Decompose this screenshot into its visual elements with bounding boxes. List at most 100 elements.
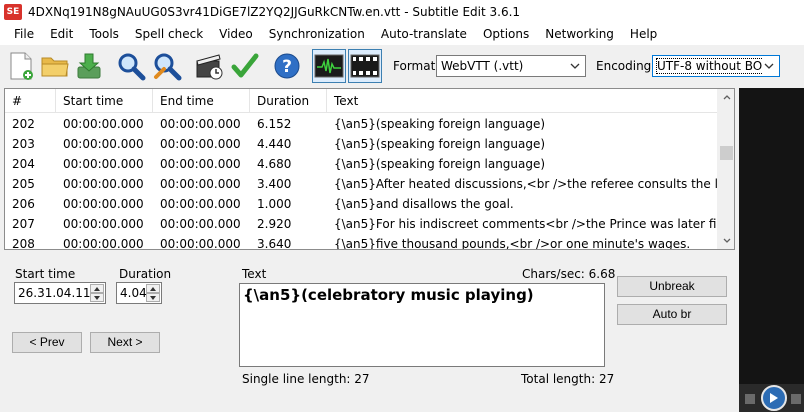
table-row[interactable]: 208 00:00:00.000 00:00:00.000 3.640 {\an5}fi… (5, 234, 717, 250)
duration-spinner[interactable] (146, 284, 160, 302)
column-end-time[interactable]: End time (153, 89, 250, 113)
table-row[interactable]: 203 00:00:00.000 00:00:00.000 4.440 {\an5}(s… (5, 134, 717, 154)
window-title: 4DXNq191N8gNAuUG0S3vr41DiGE7lZ2YQ2JJGuRk… (28, 5, 521, 19)
chars-per-sec: Chars/sec: 6.68 (522, 267, 616, 281)
help-icon: ? (274, 53, 300, 79)
text-label: Text (242, 267, 267, 281)
row-text: {\an5}(speaking foreign language) (334, 137, 546, 151)
row-number: 202 (12, 117, 35, 131)
auto-br-button[interactable]: Auto br (617, 304, 727, 325)
toolbar: ? Format WebVTT (.vtt) Encoding UTF-8 wi… (0, 45, 804, 87)
row-number: 206 (12, 197, 35, 211)
row-end-time: 00:00:00.000 (160, 237, 241, 250)
spell-check-icon (231, 53, 259, 78)
row-duration: 3.640 (257, 237, 292, 250)
duration-input[interactable]: 4.040 (116, 282, 162, 304)
menu-file[interactable]: File (6, 24, 42, 45)
menu-networking[interactable]: Networking (537, 24, 622, 45)
menu-options[interactable]: Options (475, 24, 537, 45)
table-row[interactable]: 204 00:00:00.000 00:00:00.000 4.680 {\an5}(s… (5, 154, 717, 174)
start-time-value: 26.31.04.118 (18, 286, 99, 300)
row-start-time: 00:00:00.000 (63, 237, 144, 250)
toggle-waveform-button[interactable] (312, 49, 346, 83)
table-row[interactable]: 207 00:00:00.000 00:00:00.000 2.920 {\an5}Fo… (5, 214, 717, 234)
menu-spell-check[interactable]: Spell check (127, 24, 211, 45)
toggle-video-button[interactable] (348, 49, 382, 83)
encoding-select[interactable]: UTF-8 without BOM (652, 55, 780, 77)
spell-check-button[interactable] (228, 49, 262, 83)
prev-button[interactable]: < Prev (12, 332, 82, 353)
subtitle-grid[interactable]: # Start time End time Duration Text 202 0… (4, 88, 735, 250)
next-button[interactable]: Next > (90, 332, 160, 353)
row-end-time: 00:00:00.000 (160, 137, 241, 151)
scroll-up-icon[interactable] (718, 89, 734, 106)
edit-panel: Start time 26.31.04.118 Duration 4.040 <… (4, 258, 735, 412)
app-logo: SE (4, 4, 22, 20)
new-file-button[interactable] (4, 49, 38, 83)
scroll-thumb[interactable] (720, 146, 733, 160)
spin-down-icon[interactable] (90, 293, 104, 302)
column-number[interactable]: # (5, 89, 56, 113)
format-label: Format (393, 59, 436, 73)
menu-video[interactable]: Video (211, 24, 261, 45)
row-number: 207 (12, 217, 35, 231)
video-icon (350, 54, 380, 78)
visual-sync-icon (196, 54, 223, 80)
row-number: 203 (12, 137, 35, 151)
spin-up-icon[interactable] (90, 284, 104, 293)
replace-button[interactable] (150, 49, 184, 83)
menu-bar: File Edit Tools Spell check Video Synchr… (0, 24, 804, 45)
column-duration[interactable]: Duration (250, 89, 327, 113)
table-row[interactable]: 205 00:00:00.000 00:00:00.000 3.400 {\an5}Af… (5, 174, 717, 194)
total-length: Total length: 27 (521, 372, 615, 386)
menu-synchronization[interactable]: Synchronization (261, 24, 373, 45)
open-button[interactable] (38, 49, 72, 83)
help-button[interactable]: ? (270, 49, 304, 83)
row-start-time: 00:00:00.000 (63, 197, 144, 211)
row-end-time: 00:00:00.000 (160, 117, 241, 131)
new-file-icon (10, 52, 33, 80)
waveform-icon (314, 54, 344, 78)
row-start-time: 00:00:00.000 (63, 177, 144, 191)
visual-sync-button[interactable] (192, 49, 226, 83)
spin-down-icon[interactable] (146, 293, 160, 302)
video-player[interactable] (739, 88, 804, 412)
row-number: 208 (12, 237, 35, 250)
replace-icon (154, 53, 182, 81)
find-button[interactable] (114, 49, 148, 83)
row-number: 204 (12, 157, 35, 171)
play-button[interactable] (761, 385, 787, 411)
menu-tools[interactable]: Tools (81, 24, 127, 45)
scroll-down-icon[interactable] (718, 232, 734, 249)
fullscreen-icon[interactable] (791, 394, 801, 404)
subtitle-text-input[interactable]: {\an5}(celebratory music playing) (239, 283, 605, 367)
row-text: {\an5}five thousand pounds,<br />or one … (334, 237, 691, 250)
row-text: {\an5}For his indiscreet comments<br />t… (334, 217, 717, 231)
row-duration: 4.440 (257, 137, 292, 151)
table-row[interactable]: 202 00:00:00.000 00:00:00.000 6.152 {\an5}(s… (5, 114, 717, 134)
start-time-input[interactable]: 26.31.04.118 (14, 282, 106, 304)
row-end-time: 00:00:00.000 (160, 217, 241, 231)
row-duration: 6.152 (257, 117, 292, 131)
column-start-time[interactable]: Start time (56, 89, 153, 113)
format-select[interactable]: WebVTT (.vtt) (436, 55, 586, 77)
column-text[interactable]: Text (327, 89, 717, 113)
menu-edit[interactable]: Edit (42, 24, 81, 45)
download-button[interactable] (72, 49, 106, 83)
table-row[interactable]: 206 00:00:00.000 00:00:00.000 1.000 {\an5}an… (5, 194, 717, 214)
row-duration: 2.920 (257, 217, 292, 231)
grid-header: # Start time End time Duration Text (5, 89, 717, 113)
menu-help[interactable]: Help (622, 24, 665, 45)
chevron-down-icon (568, 56, 582, 76)
row-number: 205 (12, 177, 35, 191)
unbreak-button[interactable]: Unbreak (617, 276, 727, 297)
stop-icon[interactable] (745, 394, 755, 404)
grid-scrollbar[interactable] (717, 89, 734, 249)
start-time-spinner[interactable] (90, 284, 104, 302)
svg-text:?: ? (282, 57, 292, 77)
download-icon (77, 53, 101, 79)
spin-up-icon[interactable] (146, 284, 160, 293)
menu-auto-translate[interactable]: Auto-translate (373, 24, 475, 45)
row-duration: 3.400 (257, 177, 292, 191)
row-start-time: 00:00:00.000 (63, 137, 144, 151)
